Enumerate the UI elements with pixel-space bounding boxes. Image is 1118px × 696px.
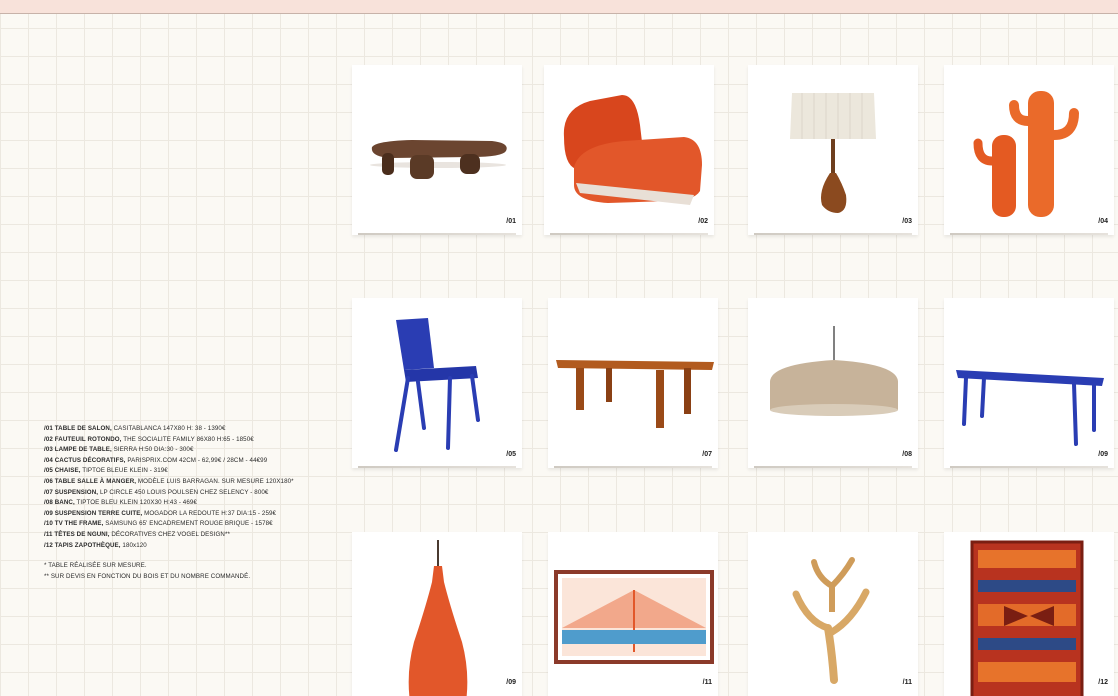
legend-item: /11 TÊTES DE NGUNI, DÉCORATIVES CHEZ VOG… (44, 530, 230, 538)
cactus-decor-icon (973, 91, 1079, 217)
armchair-icon (563, 95, 702, 205)
top-banner (0, 0, 1118, 14)
zapotec-rug-icon (970, 540, 1084, 696)
product-card-08[interactable]: /08 (748, 298, 918, 468)
product-card-02[interactable]: /02 (544, 65, 714, 235)
bench-icon (956, 370, 1104, 446)
product-card-11a[interactable]: /11 (548, 532, 718, 696)
legend-notes: * TABLE RÉALISÉE SUR MESURE. ** SUR DEVI… (44, 561, 344, 582)
product-number: /09 (1098, 451, 1108, 458)
table-lamp-icon (790, 93, 876, 213)
product-number: /02 (698, 218, 708, 225)
legend-note: * TABLE RÉALISÉE SUR MESURE. (44, 562, 147, 570)
product-number: /04 (1098, 218, 1108, 225)
product-number: /11 (702, 679, 712, 686)
product-number: /12 (1098, 679, 1108, 686)
legend-item: /10 TV THE FRAME, SAMSUNG 65' ENCADREMEN… (44, 520, 273, 528)
product-card-11b[interactable]: /11 (748, 532, 918, 696)
product-card-07[interactable]: /07 (548, 298, 718, 468)
pendant-lamp-icon (770, 326, 898, 416)
legend-item: /05 CHAISE, TIPTOE BLEUE KLEIN - 319€ (44, 467, 168, 475)
product-card-09b[interactable]: /09 (352, 532, 522, 696)
product-legend: /01 TABLE DE SALON, CASITABLANCA 147X80 … (44, 424, 344, 582)
legend-item: /03 LAMPE DE TABLE, SIERRA H:50 DIA:30 -… (44, 446, 194, 454)
terracotta-pendant-icon (408, 540, 468, 696)
nguni-horns-icon (792, 557, 870, 684)
legend-item: /09 SUSPENSION TERRE CUITE, MOGADOR LA R… (44, 509, 277, 517)
product-number: /11 (902, 679, 912, 686)
product-card-05[interactable]: /05 (352, 298, 522, 468)
dining-table-icon (556, 360, 714, 428)
product-card-12[interactable]: /12 (944, 532, 1114, 696)
legend-item: /08 BANC, TIPTOE BLEU KLEIN 120X30 H:43 … (44, 499, 197, 507)
product-card-01[interactable]: /01 (352, 65, 522, 235)
legend-item: /12 TAPIS ZAPOTHÈQUE, 180x120 (44, 541, 147, 549)
product-card-09[interactable]: /09 (944, 298, 1114, 468)
chair-icon (394, 318, 480, 452)
product-number: /05 (506, 451, 516, 458)
product-number: /08 (902, 451, 912, 458)
coffee-table-icon (370, 140, 507, 179)
product-card-04[interactable]: /04 (944, 65, 1114, 235)
legend-item: /06 TABLE SALLE À MANGER, MODÈLE LUIS BA… (44, 477, 294, 485)
product-number: /03 (902, 218, 912, 225)
product-number: /07 (702, 451, 712, 458)
tv-frame-icon (554, 570, 714, 664)
legend-item: /02 FAUTEUIL ROTONDO, THE SOCIALITE FAMI… (44, 435, 254, 443)
product-number: /09 (506, 679, 516, 686)
legend-note: ** SUR DEVIS EN FONCTION DU BOIS ET DU N… (44, 572, 251, 580)
product-number: /01 (506, 218, 516, 225)
legend-item: /01 TABLE DE SALON, CASITABLANCA 147X80 … (44, 425, 226, 432)
legend-item: /07 SUSPENSION, LP CIRCLE 450 LOUIS POUL… (44, 488, 269, 496)
product-card-03[interactable]: /03 (748, 65, 918, 235)
legend-item: /04 CACTUS DÉCORATIFS, PARISPRIX.COM 42C… (44, 456, 268, 464)
